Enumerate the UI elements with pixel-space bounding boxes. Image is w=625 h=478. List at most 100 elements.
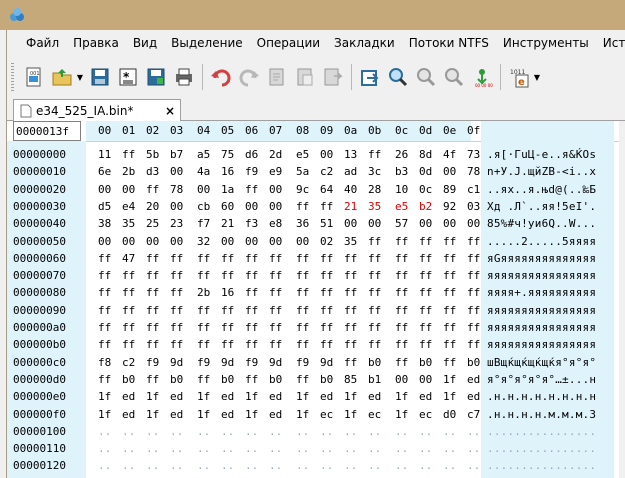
hex-byte[interactable]: d0	[443, 408, 456, 421]
hex-byte[interactable]: ff	[368, 252, 381, 265]
hex-byte[interactable]: ff	[122, 148, 135, 161]
hex-byte[interactable]: ..	[221, 459, 234, 472]
hex-byte[interactable]: e9	[269, 165, 282, 178]
hex-byte[interactable]: 1a	[221, 183, 234, 196]
hex-byte[interactable]: ff	[320, 338, 333, 351]
hex-byte[interactable]: 85	[344, 373, 357, 386]
hex-byte[interactable]: ed	[419, 390, 432, 403]
hex-byte[interactable]: 5a	[296, 165, 309, 178]
hex-byte[interactable]: 78	[170, 183, 183, 196]
hex-byte[interactable]: ff	[344, 338, 357, 351]
hex-byte[interactable]: ..	[245, 425, 258, 438]
hex-byte[interactable]: c1	[467, 183, 480, 196]
hex-byte[interactable]: ff	[344, 269, 357, 282]
hex-byte[interactable]: ed	[122, 390, 135, 403]
hex-byte[interactable]: ff	[395, 269, 408, 282]
hex-byte[interactable]: c7	[467, 408, 480, 421]
hex-byte[interactable]: 00	[245, 200, 258, 213]
hex-byte[interactable]: 0d	[419, 165, 432, 178]
hex-byte[interactable]: 00	[419, 373, 432, 386]
text-row[interactable]: ................	[487, 425, 596, 438]
hex-byte[interactable]: f9	[197, 356, 210, 369]
hex-byte[interactable]: 57	[395, 217, 408, 230]
hex-bytes-area[interactable]: 11 ff 5b b7 a5 75 d6 2d e5 00 13 ff 26 8d 4f 73 6e 2b d3 00…	[86, 141, 480, 478]
toolbar-grip[interactable]	[11, 63, 14, 91]
open-file-button[interactable]	[50, 65, 74, 89]
hex-byte[interactable]: 40	[344, 183, 357, 196]
hex-byte[interactable]: f9	[296, 356, 309, 369]
hex-byte[interactable]: 1f	[98, 390, 111, 403]
hex-byte[interactable]: ff	[443, 304, 456, 317]
hex-byte[interactable]: ..	[98, 442, 111, 455]
hex-byte[interactable]: ..	[443, 425, 456, 438]
hex-byte[interactable]: ..	[98, 459, 111, 472]
hex-byte[interactable]: 1f	[296, 390, 309, 403]
hex-byte[interactable]: 35	[122, 217, 135, 230]
hex-byte[interactable]: 21	[221, 217, 234, 230]
hex-byte[interactable]: ff	[395, 304, 408, 317]
hex-byte[interactable]: ..	[98, 425, 111, 438]
find-previous-button[interactable]	[442, 65, 466, 89]
goto-button[interactable]	[358, 65, 382, 89]
hex-byte[interactable]: 00	[395, 373, 408, 386]
hex-byte[interactable]: ..	[395, 442, 408, 455]
hex-byte[interactable]: ..	[344, 425, 357, 438]
hex-byte[interactable]: ec	[320, 408, 333, 421]
hex-byte[interactable]: 00	[269, 200, 282, 213]
text-row[interactable]: .я[·ГuЦ-е..я&ЌOs	[487, 148, 596, 161]
hex-byte[interactable]: ..	[320, 459, 333, 472]
hex-byte[interactable]: ..	[419, 425, 432, 438]
hex-byte[interactable]: ff	[419, 321, 432, 334]
hex-byte[interactable]: 4a	[197, 165, 210, 178]
paste-special-button[interactable]	[321, 65, 345, 89]
hex-byte[interactable]: ff	[320, 321, 333, 334]
hex-byte[interactable]: ff	[296, 321, 309, 334]
hex-byte[interactable]: ff	[197, 321, 210, 334]
hex-byte[interactable]: ed	[221, 390, 234, 403]
hex-byte[interactable]: ff	[221, 304, 234, 317]
hex-byte[interactable]: ff	[245, 338, 258, 351]
hex-byte[interactable]: 02	[320, 235, 333, 248]
hex-byte[interactable]: 00	[296, 235, 309, 248]
hex-byte[interactable]: ff	[467, 286, 480, 299]
hex-byte[interactable]: ff	[467, 304, 480, 317]
hex-byte[interactable]: ff	[320, 269, 333, 282]
hex-byte[interactable]: ..	[146, 442, 159, 455]
hex-byte[interactable]: 00	[122, 235, 135, 248]
undo-button[interactable]	[209, 65, 233, 89]
hex-byte[interactable]: ..	[443, 459, 456, 472]
hex-byte[interactable]: 28	[368, 183, 381, 196]
hex-byte[interactable]: ad	[344, 165, 357, 178]
hex-byte[interactable]: ff	[170, 304, 183, 317]
hex-byte[interactable]: ff	[98, 304, 111, 317]
hex-byte[interactable]: ff	[146, 183, 159, 196]
text-row[interactable]: яяяяяяяяяяяяяяяя	[487, 304, 596, 317]
hex-byte[interactable]: ..	[344, 442, 357, 455]
hex-byte[interactable]: 00	[170, 235, 183, 248]
hex-byte[interactable]: 75	[221, 148, 234, 161]
hex-byte[interactable]: 9d	[269, 356, 282, 369]
hex-byte[interactable]: ..	[296, 425, 309, 438]
hex-byte[interactable]: 00	[98, 183, 111, 196]
hex-byte[interactable]: ec	[368, 408, 381, 421]
hex-byte[interactable]: ff	[467, 252, 480, 265]
hex-byte[interactable]: ..	[467, 459, 480, 472]
hex-byte[interactable]: ..	[245, 442, 258, 455]
hex-byte[interactable]: 11	[98, 148, 111, 161]
hex-byte[interactable]: 0c	[419, 183, 432, 196]
hex-byte[interactable]: ff	[170, 338, 183, 351]
open-dropdown-arrow[interactable]: ▼	[76, 65, 84, 89]
hex-byte[interactable]: 35	[344, 235, 357, 248]
copy-button[interactable]	[265, 65, 289, 89]
hex-byte[interactable]: 1f	[98, 408, 111, 421]
hex-byte[interactable]: b3	[395, 165, 408, 178]
hex-byte[interactable]: ff	[122, 269, 135, 282]
hex-byte[interactable]: ff	[395, 252, 408, 265]
hex-byte[interactable]: ff	[146, 338, 159, 351]
hex-byte[interactable]: ff	[320, 200, 333, 213]
hex-byte[interactable]: ..	[368, 442, 381, 455]
hex-byte[interactable]: 00	[245, 235, 258, 248]
hex-byte[interactable]: 00	[221, 235, 234, 248]
hex-byte[interactable]: ff	[344, 321, 357, 334]
text-row[interactable]: я°я°я°я°я°…±...н	[487, 373, 596, 386]
